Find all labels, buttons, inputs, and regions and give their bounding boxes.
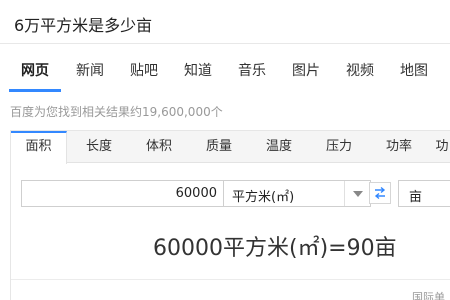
- active-tab-indicator: [9, 89, 61, 92]
- tab-video[interactable]: 视频: [346, 60, 374, 80]
- search-nav-tabs: 网页 新闻 贴吧 知道 音乐 图片 视频 地图: [0, 44, 450, 92]
- search-bar[interactable]: 6万平方米是多少亩: [0, 0, 450, 44]
- unit-tab-mass[interactable]: 质量: [189, 131, 249, 163]
- tab-zhidao[interactable]: 知道: [184, 60, 212, 80]
- dropdown-arrow-icon[interactable]: [344, 181, 370, 206]
- unit-converter-card: 面积 长度 体积 质量 温度 压力 功率 功 60000 平方米(㎡) 亩 60…: [10, 130, 450, 300]
- unit-tab-volume[interactable]: 体积: [129, 131, 189, 163]
- conversion-result: 60000平方米(㎡)=90亩: [153, 236, 397, 261]
- swap-arrows-icon: [374, 186, 386, 200]
- tab-map[interactable]: 地图: [400, 60, 428, 80]
- unit-tab-pressure[interactable]: 压力: [309, 131, 369, 163]
- unit-category-tabs: 面积 长度 体积 质量 温度 压力 功率 功: [11, 131, 450, 164]
- unit-footnote: 国际单: [412, 291, 445, 300]
- value-input[interactable]: 60000: [21, 180, 226, 207]
- from-unit-select[interactable]: 平方米(㎡): [223, 180, 371, 207]
- tab-images[interactable]: 图片: [292, 60, 320, 80]
- tab-music[interactable]: 音乐: [238, 60, 266, 80]
- unit-tab-work[interactable]: 功: [431, 131, 450, 163]
- tab-news[interactable]: 新闻: [76, 60, 104, 80]
- divider: [11, 279, 450, 280]
- unit-tab-length[interactable]: 长度: [69, 131, 129, 163]
- tab-web[interactable]: 网页: [21, 60, 49, 80]
- tab-tieba[interactable]: 贴吧: [130, 60, 158, 80]
- from-unit-label: 平方米(㎡): [232, 190, 295, 205]
- result-count: 百度为您找到相关结果约19,600,000个: [10, 105, 223, 119]
- to-unit-select[interactable]: 亩: [398, 180, 450, 207]
- to-unit-label: 亩: [409, 190, 423, 205]
- unit-tab-temperature[interactable]: 温度: [249, 131, 309, 163]
- unit-tab-power[interactable]: 功率: [369, 131, 429, 163]
- search-query[interactable]: 6万平方米是多少亩: [14, 12, 152, 36]
- swap-units-button[interactable]: [369, 182, 391, 204]
- unit-tab-area[interactable]: 面积: [11, 131, 67, 164]
